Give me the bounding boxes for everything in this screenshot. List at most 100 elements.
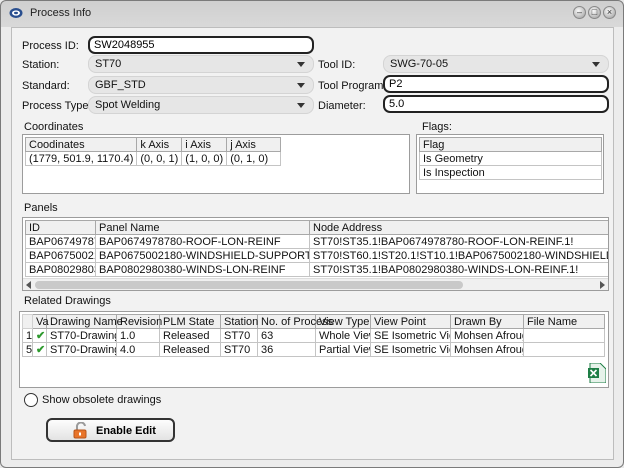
col-header-file-name[interactable]: File Name bbox=[523, 314, 605, 329]
enable-edit-label: Enable Edit bbox=[96, 425, 156, 437]
process-id-input[interactable] bbox=[88, 36, 314, 54]
valid-check-icon: ✔ bbox=[32, 342, 47, 357]
process-id-label: Process ID: bbox=[22, 40, 79, 52]
close-button[interactable]: × bbox=[603, 6, 616, 19]
minimize-button[interactable]: – bbox=[573, 6, 586, 19]
scroll-right-icon[interactable] bbox=[600, 281, 605, 289]
cell: ST70!ST60.1!ST20.1!ST10.1!BAP0675002180-… bbox=[309, 248, 608, 263]
drawings-grid[interactable]: Va Drawing Name Revision PLM State Stati… bbox=[19, 311, 609, 388]
standard-value: GBF_STD bbox=[95, 79, 146, 91]
table-row[interactable]: 5 ✔ ST70-Drawing-2 4.0 Released ST70 36 … bbox=[22, 342, 605, 357]
flags-title: Flags: bbox=[422, 121, 452, 133]
unlocked-padlock-icon bbox=[73, 422, 87, 439]
cell: Partial View bbox=[315, 342, 371, 357]
diameter-input[interactable] bbox=[383, 95, 609, 113]
standard-select[interactable]: GBF_STD bbox=[88, 76, 314, 94]
cell: ST70 bbox=[220, 328, 258, 343]
cell: (0, 1, 0) bbox=[226, 151, 282, 166]
title-bar[interactable]: Process Info – □ × bbox=[1, 1, 623, 26]
tool-program-label: Tool Program: bbox=[318, 80, 387, 92]
cell: ST70 bbox=[220, 342, 258, 357]
col-header-station[interactable]: Station bbox=[220, 314, 258, 329]
diameter-label: Diameter: bbox=[318, 100, 366, 112]
col-header-panel-name[interactable]: Panel Name bbox=[95, 220, 310, 235]
process-type-select[interactable]: Spot Welding bbox=[88, 96, 314, 114]
excel-export-icon[interactable] bbox=[588, 363, 606, 383]
col-header-j-axis[interactable]: j Axis bbox=[226, 137, 282, 152]
col-header-coordinates[interactable]: Coodinates bbox=[24, 137, 138, 152]
col-header-id[interactable]: ID bbox=[25, 220, 96, 235]
cell: 63 bbox=[257, 328, 316, 343]
tool-id-label: Tool ID: bbox=[318, 59, 356, 71]
cell: SE Isometric View bbox=[370, 328, 451, 343]
col-header-view-type[interactable]: View Type bbox=[315, 314, 371, 329]
cell: BAP0674978780-ROOF-LON-REINF bbox=[95, 234, 310, 249]
col-header-drawn-by[interactable]: Drawn By bbox=[450, 314, 524, 329]
standard-label: Standard: bbox=[22, 80, 70, 92]
table-row[interactable]: BAP0675002180 BAP0675002180-WINDSHIELD-S… bbox=[25, 248, 608, 263]
station-select[interactable]: ST70 bbox=[88, 55, 314, 73]
col-header-k-axis[interactable]: k Axis bbox=[136, 137, 183, 152]
table-row[interactable]: 1 ✔ ST70-Drawing-1 1.0 Released ST70 63 … bbox=[22, 328, 605, 343]
station-label: Station: bbox=[22, 59, 60, 71]
drawings-table: Va Drawing Name Revision PLM State Stati… bbox=[22, 314, 605, 357]
chevron-down-icon bbox=[592, 62, 600, 67]
process-info-window: Process Info – □ × Process ID: Station: … bbox=[0, 0, 624, 468]
cell: (0, 0, 1) bbox=[136, 151, 183, 166]
table-row[interactable]: (1779, 501.9, 1170.4) (0, 0, 1) (1, 0, 0… bbox=[24, 151, 282, 166]
cell: ST70!ST35.1!BAP0674978780-ROOF-LON-REINF… bbox=[309, 234, 608, 249]
cell: ST70-Drawing-2 bbox=[46, 342, 117, 357]
row-header-spacer bbox=[22, 314, 33, 329]
cell: BAP0675002180 bbox=[25, 248, 96, 263]
tool-id-select[interactable]: SWG-70-05 bbox=[383, 55, 609, 73]
app-logo-icon bbox=[9, 8, 23, 18]
col-header-drawing-name[interactable]: Drawing Name bbox=[46, 314, 123, 329]
cell: Mohsen Afrough bbox=[450, 342, 524, 357]
show-obsolete-checkbox[interactable] bbox=[24, 393, 38, 407]
scrollbar-thumb[interactable] bbox=[35, 281, 463, 289]
coordinates-title: Coordinates bbox=[24, 121, 84, 133]
col-header-node-address[interactable]: Node Address bbox=[309, 220, 608, 235]
coordinates-grid[interactable]: Coodinates k Axis i Axis j Axis (1779, 5… bbox=[22, 134, 410, 194]
cell: SE Isometric View bbox=[370, 342, 451, 357]
tool-program-input[interactable] bbox=[383, 75, 609, 93]
cell: (1779, 501.9, 1170.4) bbox=[24, 151, 138, 166]
col-header-no-of-process[interactable]: No. of Process bbox=[257, 314, 333, 329]
cell bbox=[523, 342, 605, 357]
flags-list[interactable]: Flag Is Geometry Is Inspection bbox=[416, 134, 604, 194]
cell: Whole View bbox=[315, 328, 371, 343]
cell: BAP0802980380-WINDS-LON-REINF bbox=[95, 262, 310, 277]
scroll-left-icon[interactable] bbox=[26, 281, 31, 289]
maximize-button[interactable]: □ bbox=[588, 6, 601, 19]
panels-horizontal-scrollbar[interactable] bbox=[23, 278, 608, 290]
col-header-revision[interactable]: Revision bbox=[116, 314, 162, 329]
chevron-down-icon bbox=[297, 103, 305, 108]
col-header-i-axis[interactable]: i Axis bbox=[181, 137, 228, 152]
list-item[interactable]: Is Inspection bbox=[419, 165, 602, 180]
window-title: Process Info bbox=[30, 7, 92, 19]
cell: ST70-Drawing-1 bbox=[46, 328, 117, 343]
cell: 1.0 bbox=[116, 328, 160, 343]
panels-grid[interactable]: ID Panel Name Node Address BAP0674978780… bbox=[22, 217, 609, 291]
enable-edit-button[interactable]: Enable Edit bbox=[46, 418, 175, 442]
table-row[interactable]: BAP0674978780 BAP0674978780-ROOF-LON-REI… bbox=[25, 234, 608, 249]
process-type-label: Process Type: bbox=[22, 100, 92, 112]
col-header-view-point[interactable]: View Point bbox=[370, 314, 451, 329]
table-row[interactable]: BAP0802980380 BAP0802980380-WINDS-LON-RE… bbox=[25, 262, 608, 277]
cell bbox=[523, 328, 605, 343]
dialog-content: Process ID: Station: ST70 Standard: GBF_… bbox=[11, 27, 614, 460]
show-obsolete-label: Show obsolete drawings bbox=[42, 394, 162, 406]
col-header-valid[interactable]: Va bbox=[32, 314, 49, 329]
valid-check-icon: ✔ bbox=[32, 328, 47, 343]
cell: (1, 0, 0) bbox=[181, 151, 228, 166]
tool-id-value: SWG-70-05 bbox=[390, 58, 449, 70]
list-item[interactable]: Is Geometry bbox=[419, 151, 602, 166]
related-drawings-title: Related Drawings bbox=[24, 295, 111, 307]
process-type-value: Spot Welding bbox=[95, 99, 161, 111]
col-header-plm-state[interactable]: PLM State bbox=[159, 314, 221, 329]
cell: 36 bbox=[257, 342, 316, 357]
row-index: 1 bbox=[22, 328, 33, 343]
col-header-flag[interactable]: Flag bbox=[419, 137, 602, 152]
cell: ST70!ST35.1!BAP0802980380-WINDS-LON-REIN… bbox=[309, 262, 608, 277]
chevron-down-icon bbox=[297, 62, 305, 67]
